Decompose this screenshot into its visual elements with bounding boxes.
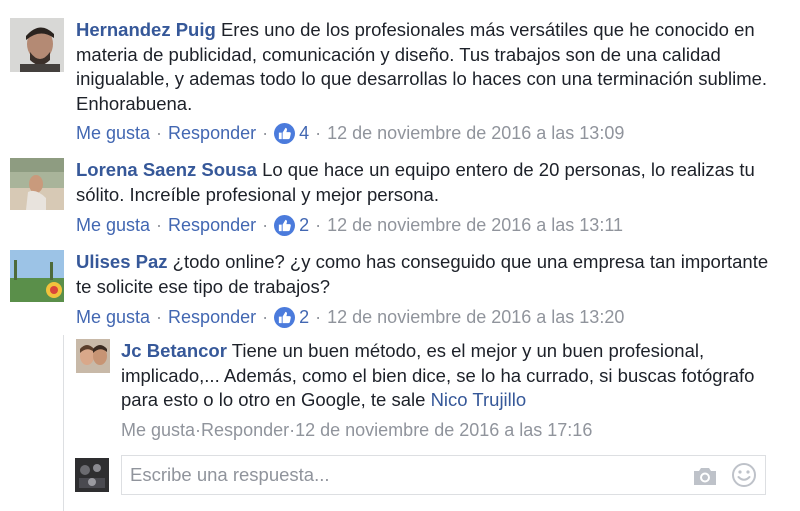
- thumbs-up-icon: [274, 306, 296, 328]
- comment-body: Hernandez Puig Eres uno de los profesion…: [76, 18, 778, 116]
- like-count-badge[interactable]: 4: [274, 122, 309, 144]
- reply-input[interactable]: [130, 460, 670, 490]
- separator: ·: [156, 215, 163, 235]
- comment-timestamp[interactable]: 12 de noviembre de 2016 a las 13:11: [327, 214, 623, 236]
- mention-link[interactable]: Nico Trujillo: [431, 389, 527, 410]
- avatar[interactable]: [76, 339, 110, 373]
- reply-body: Jc Betancor Tiene un buen método, es el …: [121, 339, 760, 413]
- like-count: 2: [299, 307, 310, 327]
- comment-actions: Me gusta · Responder · 4 · 12 de noviemb…: [76, 122, 624, 144]
- like-count-badge[interactable]: 2: [274, 214, 309, 236]
- like-count: 4: [299, 123, 310, 143]
- camera-icon[interactable]: [692, 465, 718, 487]
- separator: ·: [315, 307, 322, 327]
- comment-actions: Me gusta · Responder · 2 · 12 de noviemb…: [76, 306, 624, 328]
- reply-button[interactable]: Responder: [168, 306, 256, 328]
- current-user-avatar[interactable]: [75, 458, 109, 492]
- comment-text: ¿todo online? ¿y como has conseguido que…: [76, 251, 769, 297]
- avatar-image: [10, 250, 64, 302]
- avatar-image: [76, 339, 110, 373]
- separator: ·: [156, 307, 163, 327]
- avatar-image: [10, 18, 64, 72]
- avatar-image: [75, 458, 109, 492]
- comment-timestamp[interactable]: 12 de noviembre de 2016 a las 13:20: [327, 306, 624, 328]
- like-button[interactable]: Me gusta: [76, 214, 150, 236]
- comment-item: Ulises Paz ¿todo online? ¿y como has con…: [0, 242, 800, 334]
- avatar[interactable]: [10, 158, 64, 210]
- comment-item: Lorena Saenz Sousa Lo que hace un equipo…: [0, 150, 800, 242]
- reply-composer[interactable]: [121, 455, 766, 495]
- separator: ·: [156, 123, 163, 143]
- like-count-badge[interactable]: 2: [274, 306, 309, 328]
- like-button[interactable]: Me gusta: [76, 122, 150, 144]
- smiley-icon[interactable]: [731, 462, 757, 488]
- avatar-image: [10, 158, 64, 210]
- like-button[interactable]: Me gusta: [76, 306, 150, 328]
- thumbs-up-icon: [274, 214, 296, 236]
- separator: ·: [315, 215, 322, 235]
- reply-thread: Jc Betancor Tiene un buen método, es el …: [63, 335, 800, 511]
- comment-author[interactable]: Lorena Saenz Sousa: [76, 159, 257, 180]
- separator: ·: [262, 307, 269, 327]
- comment-body: Lorena Saenz Sousa Lo que hace un equipo…: [76, 158, 778, 207]
- comment-body: Ulises Paz ¿todo online? ¿y como has con…: [76, 250, 778, 299]
- reply-button[interactable]: Responder: [201, 419, 289, 441]
- comment-author[interactable]: Ulises Paz: [76, 251, 168, 272]
- comment-author[interactable]: Hernandez Puig: [76, 19, 216, 40]
- like-count: 2: [299, 215, 310, 235]
- avatar[interactable]: [10, 18, 64, 72]
- reply-author[interactable]: Jc Betancor: [121, 340, 227, 361]
- reply-button[interactable]: Responder: [168, 122, 256, 144]
- separator: ·: [262, 123, 269, 143]
- separator: ·: [262, 215, 269, 235]
- thumbs-up-icon: [274, 122, 296, 144]
- reply-timestamp[interactable]: 12 de noviembre de 2016 a las 17:16: [295, 419, 592, 441]
- reply-actions: Me gusta · Responder · 12 de noviembre d…: [121, 419, 592, 441]
- comment-timestamp[interactable]: 12 de noviembre de 2016 a las 13:09: [327, 122, 624, 144]
- like-button[interactable]: Me gusta: [121, 419, 195, 441]
- comment-actions: Me gusta · Responder · 2 · 12 de noviemb…: [76, 214, 623, 236]
- comment-item: Hernandez Puig Eres uno de los profesion…: [0, 10, 800, 150]
- separator: ·: [315, 123, 322, 143]
- avatar[interactable]: [10, 250, 64, 302]
- reply-button[interactable]: Responder: [168, 214, 256, 236]
